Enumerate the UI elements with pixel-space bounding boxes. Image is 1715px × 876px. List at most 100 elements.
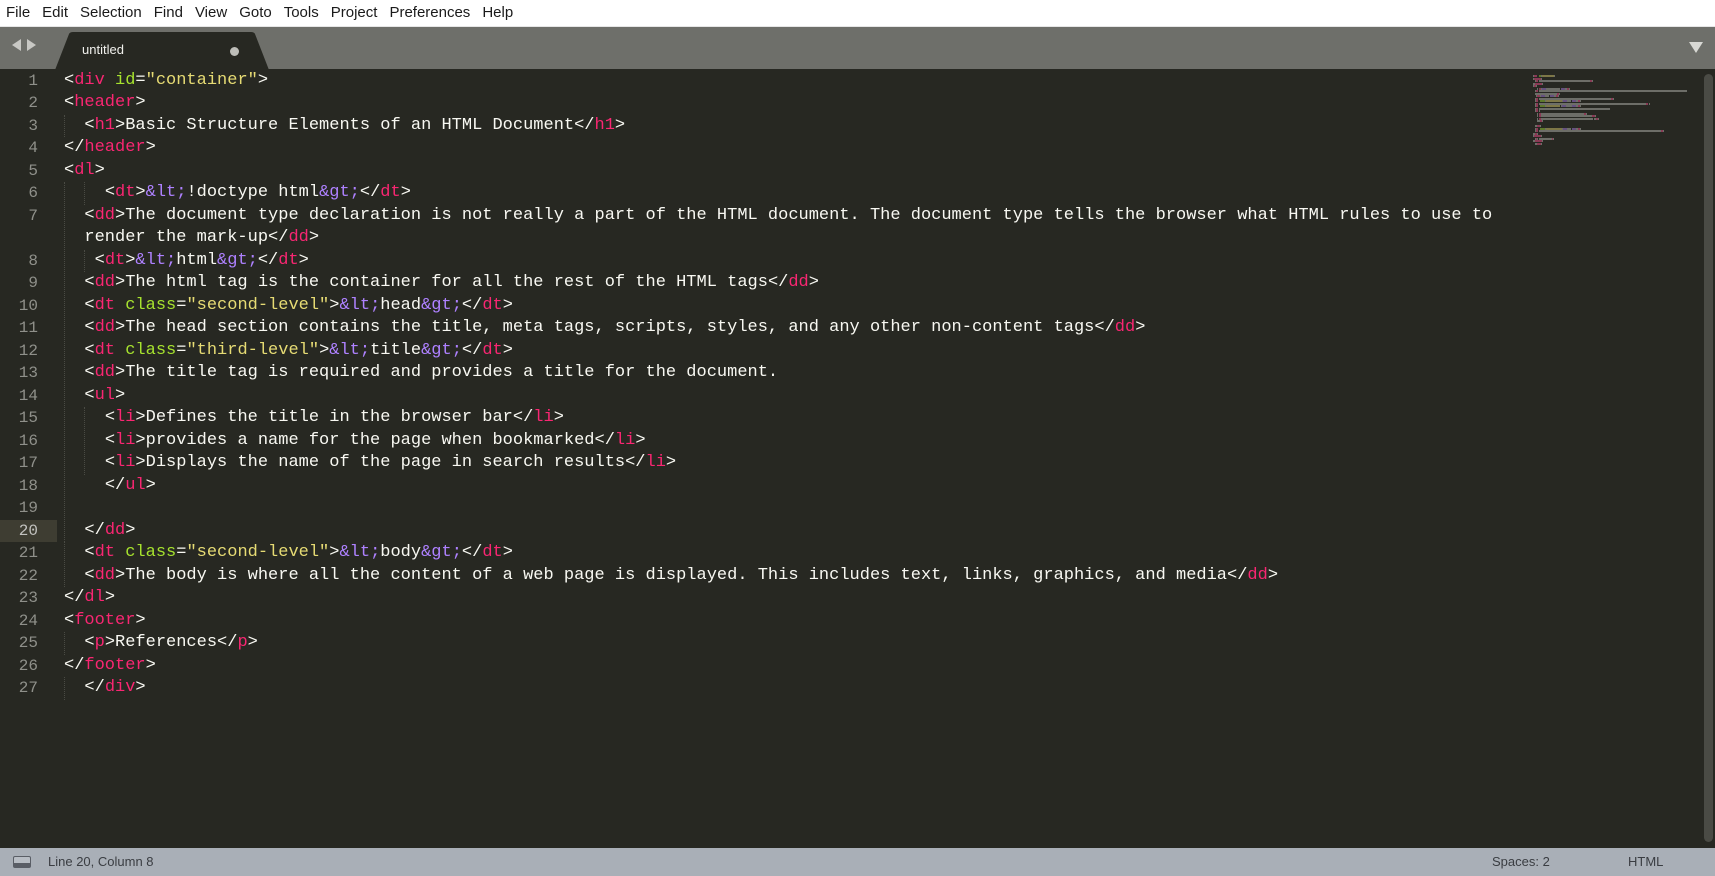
unsaved-dot-icon[interactable] xyxy=(230,47,239,56)
code-line[interactable]: <dl> xyxy=(64,160,105,183)
attribute-value: "second-level" xyxy=(186,543,330,562)
menu-preferences[interactable]: Preferences xyxy=(383,0,476,26)
code-line[interactable]: <footer> xyxy=(64,610,146,633)
punctuation: > xyxy=(257,70,269,90)
line-number: 15 xyxy=(18,409,38,427)
minimap-mark xyxy=(1541,140,1543,142)
text-content: Basic Structure Elements of an HTML Docu… xyxy=(125,115,575,135)
text-content: head xyxy=(380,295,422,315)
code-line[interactable]: <dt class="second-level">&lt;body&gt;</d… xyxy=(64,542,513,565)
menu-file[interactable]: File xyxy=(0,0,36,26)
tag-name: p xyxy=(94,633,105,652)
punctuation: < xyxy=(84,273,95,292)
code-line[interactable]: <div id="container"> xyxy=(64,70,268,93)
minimap-mark xyxy=(1539,130,1659,132)
code-line[interactable]: <dd>The head section contains the title,… xyxy=(64,317,1145,340)
punctuation: > xyxy=(635,430,646,450)
indent-guide xyxy=(84,249,86,272)
syntax-selector[interactable]: HTML xyxy=(1628,848,1663,876)
punctuation: > xyxy=(115,318,126,337)
entity: &lt; xyxy=(135,250,177,270)
code-line-wrap[interactable]: render the mark-up</dd> xyxy=(64,227,319,250)
punctuation: > xyxy=(298,250,309,270)
menu-tools[interactable]: Tools xyxy=(278,0,325,26)
line-number: 16 xyxy=(18,431,38,450)
entity: &gt; xyxy=(421,295,462,315)
menu-help[interactable]: Help xyxy=(476,0,519,26)
line-number: 21 xyxy=(18,544,38,562)
punctuation xyxy=(115,296,125,315)
line-number: 19 xyxy=(18,499,38,517)
code-line[interactable]: <ul> xyxy=(64,385,125,408)
line-number: 17 xyxy=(18,454,38,472)
text-content: html xyxy=(176,250,218,270)
code-line[interactable]: </div> xyxy=(64,677,145,700)
next-tab-icon[interactable] xyxy=(27,39,36,51)
code-line[interactable]: <dd>The html tag is the container for al… xyxy=(64,272,819,295)
menu-view[interactable]: View xyxy=(189,0,233,26)
code-line[interactable]: <dd>The document type declaration is not… xyxy=(64,205,1492,228)
tab-untitled[interactable]: untitled xyxy=(55,32,269,70)
code-line[interactable]: </dl> xyxy=(64,587,115,610)
indent-guide xyxy=(84,407,86,475)
tag-name: dd xyxy=(788,273,809,292)
code-line[interactable]: <dt class="third-level">&lt;title&gt;</d… xyxy=(64,340,513,363)
punctuation: > xyxy=(135,610,146,630)
previous-tab-icon[interactable] xyxy=(12,39,21,51)
punctuation: < xyxy=(104,408,116,427)
attribute-value: "third-level" xyxy=(186,340,320,360)
menu-project[interactable]: Project xyxy=(325,0,384,26)
code-line[interactable]: <h1>Basic Structure Elements of an HTML … xyxy=(64,115,625,138)
tag-name: dd xyxy=(94,565,116,585)
indentation-setting[interactable]: Spaces: 2 xyxy=(1492,848,1550,876)
editor[interactable]: 1 2 3 4 5 6 7 8 9 10 11 12 13 14 15 16 17 18 19 20 21 22 23 24 2… xyxy=(0,69,1715,848)
code-line[interactable]: <p>References</p> xyxy=(64,632,258,655)
vertical-scrollbar[interactable] xyxy=(1704,74,1713,842)
tag-name: footer xyxy=(74,610,136,630)
line-number: 7 xyxy=(28,206,38,225)
tag-name: dd xyxy=(288,228,309,247)
code-line[interactable]: <dd>The body is where all the content of… xyxy=(64,565,1278,588)
punctuation: > xyxy=(115,363,126,382)
punctuation: < xyxy=(84,363,95,382)
tag-name: div xyxy=(104,678,136,697)
tag-name: h1 xyxy=(594,115,615,135)
entity: &gt; xyxy=(217,250,258,270)
attribute-value: "container" xyxy=(145,70,258,90)
minimap-mark xyxy=(1648,102,1650,105)
code-line[interactable]: <dd>The title tag is required and provid… xyxy=(64,362,778,385)
menu-selection[interactable]: Selection xyxy=(74,0,148,26)
punctuation: > xyxy=(808,273,819,292)
punctuation: = xyxy=(176,295,187,315)
code-line[interactable]: <li>Displays the name of the page in sea… xyxy=(64,452,676,475)
minimap-mark xyxy=(1539,80,1588,82)
code-line[interactable]: <dt class="second-level">&lt;head&gt;</d… xyxy=(64,295,513,318)
code-line[interactable]: <header> xyxy=(64,92,146,115)
tab-list-dropdown-icon[interactable] xyxy=(1689,42,1703,53)
text-content: The body is where all the content of a w… xyxy=(125,565,1227,585)
line-number: 27 xyxy=(18,679,38,697)
code-line[interactable]: <dt>&lt;html&gt;</dt> xyxy=(64,250,309,273)
menu-edit[interactable]: Edit xyxy=(36,0,74,26)
punctuation: </ xyxy=(574,115,595,135)
code-line[interactable]: <li>Defines the title in the browser bar… xyxy=(64,407,564,430)
line-number: 25 xyxy=(18,634,38,652)
punctuation: </ xyxy=(64,588,85,607)
punctuation: < xyxy=(84,115,95,135)
code-line[interactable]: <dt>&lt;!doctype html&gt;</dt> xyxy=(64,182,411,205)
code-line[interactable]: </footer> xyxy=(64,655,156,678)
punctuation: > xyxy=(247,633,258,652)
code-line[interactable]: </dd> xyxy=(64,520,135,543)
panel-toggle-icon[interactable] xyxy=(13,856,31,868)
code-line[interactable]: </header> xyxy=(64,137,156,160)
punctuation: </ xyxy=(461,543,483,562)
punctuation: </ xyxy=(1094,318,1115,337)
minimap[interactable] xyxy=(1533,69,1698,848)
line-number: 3 xyxy=(28,116,38,135)
minimap-mark xyxy=(1552,137,1554,140)
menu-goto[interactable]: Goto xyxy=(233,0,278,26)
punctuation: > xyxy=(125,520,136,540)
code-line[interactable]: <li>provides a name for the page when bo… xyxy=(64,430,646,453)
code-line[interactable]: </ul> xyxy=(64,475,156,498)
menu-find[interactable]: Find xyxy=(148,0,189,26)
